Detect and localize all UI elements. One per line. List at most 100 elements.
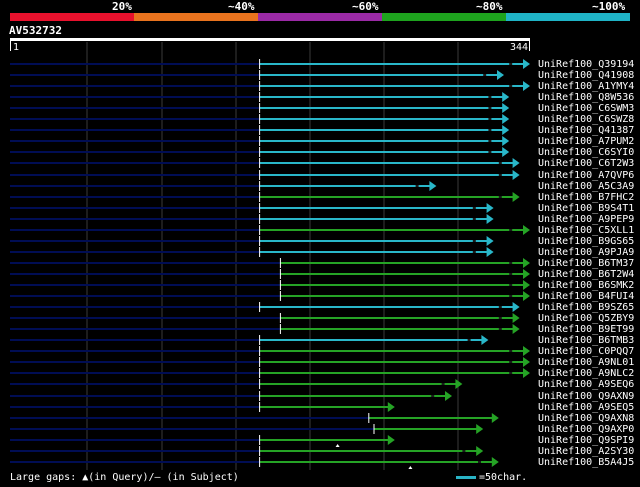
hit-label[interactable]: UniRef100_Q9AXP0 (538, 424, 634, 435)
hit-label[interactable]: UniRef100_A1YMY4 (538, 81, 634, 92)
hit-label[interactable]: UniRef100_A5C3A9 (538, 181, 634, 192)
hit-row[interactable]: UniRef100_B7FHC2 (10, 192, 634, 203)
hit-row[interactable]: UniRef100_Q39194 (10, 59, 634, 70)
alignment-arrow (481, 335, 489, 345)
hit-label[interactable]: UniRef100_A2SY30 (538, 446, 634, 457)
grid-lines (86, 42, 459, 470)
hit-row[interactable]: UniRef100_C6T2W3 (10, 158, 634, 169)
hit-row[interactable]: UniRef100_Q41908 (10, 70, 634, 81)
alignment-arrow (387, 435, 395, 445)
hit-label[interactable]: UniRef100_C6SWM3 (538, 103, 634, 114)
hit-row[interactable]: UniRef100_A2SY30 (10, 446, 634, 457)
hit-label[interactable]: UniRef100_A9SEQ6 (538, 379, 634, 390)
hit-row[interactable]: UniRef100_A9PJA9 (10, 247, 634, 258)
hit-label[interactable]: UniRef100_A7PUM2 (538, 136, 634, 147)
hit-row[interactable]: UniRef100_C5XLL1 (10, 225, 634, 236)
hit-row[interactable]: UniRef100_B6TMB3 (10, 335, 634, 346)
scale-bar (456, 475, 476, 479)
hit-row[interactable]: UniRef100_Q9AXN9 (10, 391, 634, 402)
hit-row[interactable]: UniRef100_B5A4J5 (10, 457, 634, 468)
hit-row[interactable]: UniRef100_C6SWZ8 (10, 114, 634, 125)
hit-row[interactable]: UniRef100_Q8W536 (10, 92, 634, 103)
hit-label[interactable]: UniRef100_A9NLC2 (538, 368, 634, 379)
hit-row[interactable]: UniRef100_B6T2W4 (10, 269, 634, 280)
hit-row[interactable]: UniRef100_A9PEP9 (10, 214, 634, 225)
hit-label[interactable]: UniRef100_B4FUI4 (538, 291, 634, 302)
hit-label[interactable]: UniRef100_B5A4J5 (538, 457, 634, 468)
alignment-arrow (491, 457, 499, 467)
hit-label[interactable]: UniRef100_B6SMK2 (538, 280, 634, 291)
hit-label[interactable]: UniRef100_B6TMB3 (538, 335, 634, 346)
hit-label[interactable]: UniRef100_C5XLL1 (538, 225, 634, 236)
hit-label[interactable]: UniRef100_Q8W536 (538, 92, 634, 103)
hit-label[interactable]: UniRef100_B9S4T1 (538, 203, 634, 214)
alignment-arrow (486, 203, 494, 213)
alignment-arrow (486, 247, 494, 257)
alignment-arrow (502, 114, 510, 124)
hit-label[interactable]: UniRef100_Q41908 (538, 70, 634, 81)
hit-label[interactable]: UniRef100_C6SWZ8 (538, 114, 634, 125)
hit-row[interactable]: UniRef100_Q9AXN8 (10, 413, 634, 424)
hit-row[interactable]: UniRef100_B9S4T1 (10, 203, 634, 214)
alignment-arrow (387, 402, 395, 412)
hit-label[interactable]: UniRef100_Q41387 (538, 125, 634, 136)
hit-row[interactable]: UniRef100_B9SZ65 (10, 302, 634, 313)
ruler-start-label: 1 (13, 42, 19, 53)
hit-label[interactable]: UniRef100_Q9AXN9 (538, 391, 634, 402)
hit-row[interactable]: UniRef100_B6SMK2 (10, 280, 634, 291)
hit-label[interactable]: UniRef100_A9PEP9 (538, 214, 634, 225)
hit-label[interactable]: UniRef100_B6TM37 (538, 258, 634, 269)
hit-label[interactable]: UniRef100_A9NL01 (538, 357, 634, 368)
alignment-arrow (523, 357, 530, 367)
hit-row[interactable]: UniRef100_C6SWM3 (10, 103, 634, 114)
hit-row[interactable]: UniRef100_B6TM37 (10, 258, 634, 269)
hit-row[interactable]: UniRef100_Q9SPI9 (10, 435, 634, 446)
hit-rows: UniRef100_Q39194UniRef100_Q41908UniRef10… (10, 59, 634, 469)
ruler-end-label: 344 (510, 42, 528, 53)
alignment-arrow (502, 147, 510, 157)
hit-label[interactable]: UniRef100_A9PJA9 (538, 247, 634, 258)
hit-row[interactable]: UniRef100_A7PUM2 (10, 136, 634, 147)
alignment-arrow (523, 258, 530, 268)
hit-row[interactable]: UniRef100_A9NL01 (10, 357, 634, 368)
hit-row[interactable]: UniRef100_A7QVP6 (10, 170, 634, 181)
hit-row[interactable]: UniRef100_A9SEQ6 (10, 379, 634, 390)
hit-label[interactable]: UniRef100_Q5ZBY9 (538, 313, 634, 324)
hit-row[interactable]: UniRef100_Q41387 (10, 125, 634, 136)
alignment-arrow (502, 92, 510, 102)
alignment-arrow (486, 236, 494, 246)
hit-row[interactable]: UniRef100_B4FUI4 (10, 291, 634, 302)
hit-row[interactable]: UniRef100_C0PQQ7 (10, 346, 634, 357)
hit-row[interactable]: UniRef100_A9SEQ5 (10, 402, 634, 413)
hit-row[interactable]: UniRef100_A1YMY4 (10, 81, 634, 92)
hit-label[interactable]: UniRef100_C6SYI0 (538, 147, 634, 158)
hit-row[interactable]: UniRef100_A9NLC2 (10, 368, 634, 379)
hit-label[interactable]: UniRef100_Q9SPI9 (538, 435, 634, 446)
hit-label[interactable]: UniRef100_C6T2W3 (538, 158, 634, 169)
hit-row[interactable]: UniRef100_C6SYI0 (10, 147, 634, 158)
hit-row[interactable]: UniRef100_B9GS65 (10, 236, 634, 247)
hit-row[interactable]: UniRef100_Q5ZBY9 (10, 313, 634, 324)
hit-label[interactable]: UniRef100_B7FHC2 (538, 192, 634, 203)
alignment-arrow (512, 324, 520, 334)
hit-label[interactable]: UniRef100_B9SZ65 (538, 302, 634, 313)
hit-label[interactable]: UniRef100_C0PQQ7 (538, 346, 634, 357)
alignment-arrow (523, 280, 530, 290)
hit-row[interactable]: UniRef100_Q9AXP0 (10, 424, 634, 435)
hit-label[interactable]: UniRef100_Q39194 (538, 59, 634, 70)
alignment-arrow (502, 125, 510, 135)
alignment-arrow (497, 70, 504, 80)
alignment-arrow (476, 424, 484, 434)
hit-label[interactable]: UniRef100_B9ET99 (538, 324, 634, 335)
hit-row[interactable]: UniRef100_A5C3A9 (10, 181, 634, 192)
ruler-end-tick (529, 41, 530, 51)
query-ruler: 1 344 (10, 38, 530, 53)
alignment-arrow (523, 225, 530, 235)
alignment-arrow (476, 446, 484, 456)
hit-label[interactable]: UniRef100_Q9AXN8 (538, 413, 634, 424)
hit-label[interactable]: UniRef100_A7QVP6 (538, 170, 634, 181)
hit-label[interactable]: UniRef100_A9SEQ5 (538, 402, 634, 413)
hit-label[interactable]: UniRef100_B9GS65 (538, 236, 634, 247)
hit-row[interactable]: UniRef100_B9ET99 (10, 324, 634, 335)
hit-label[interactable]: UniRef100_B6T2W4 (538, 269, 634, 280)
